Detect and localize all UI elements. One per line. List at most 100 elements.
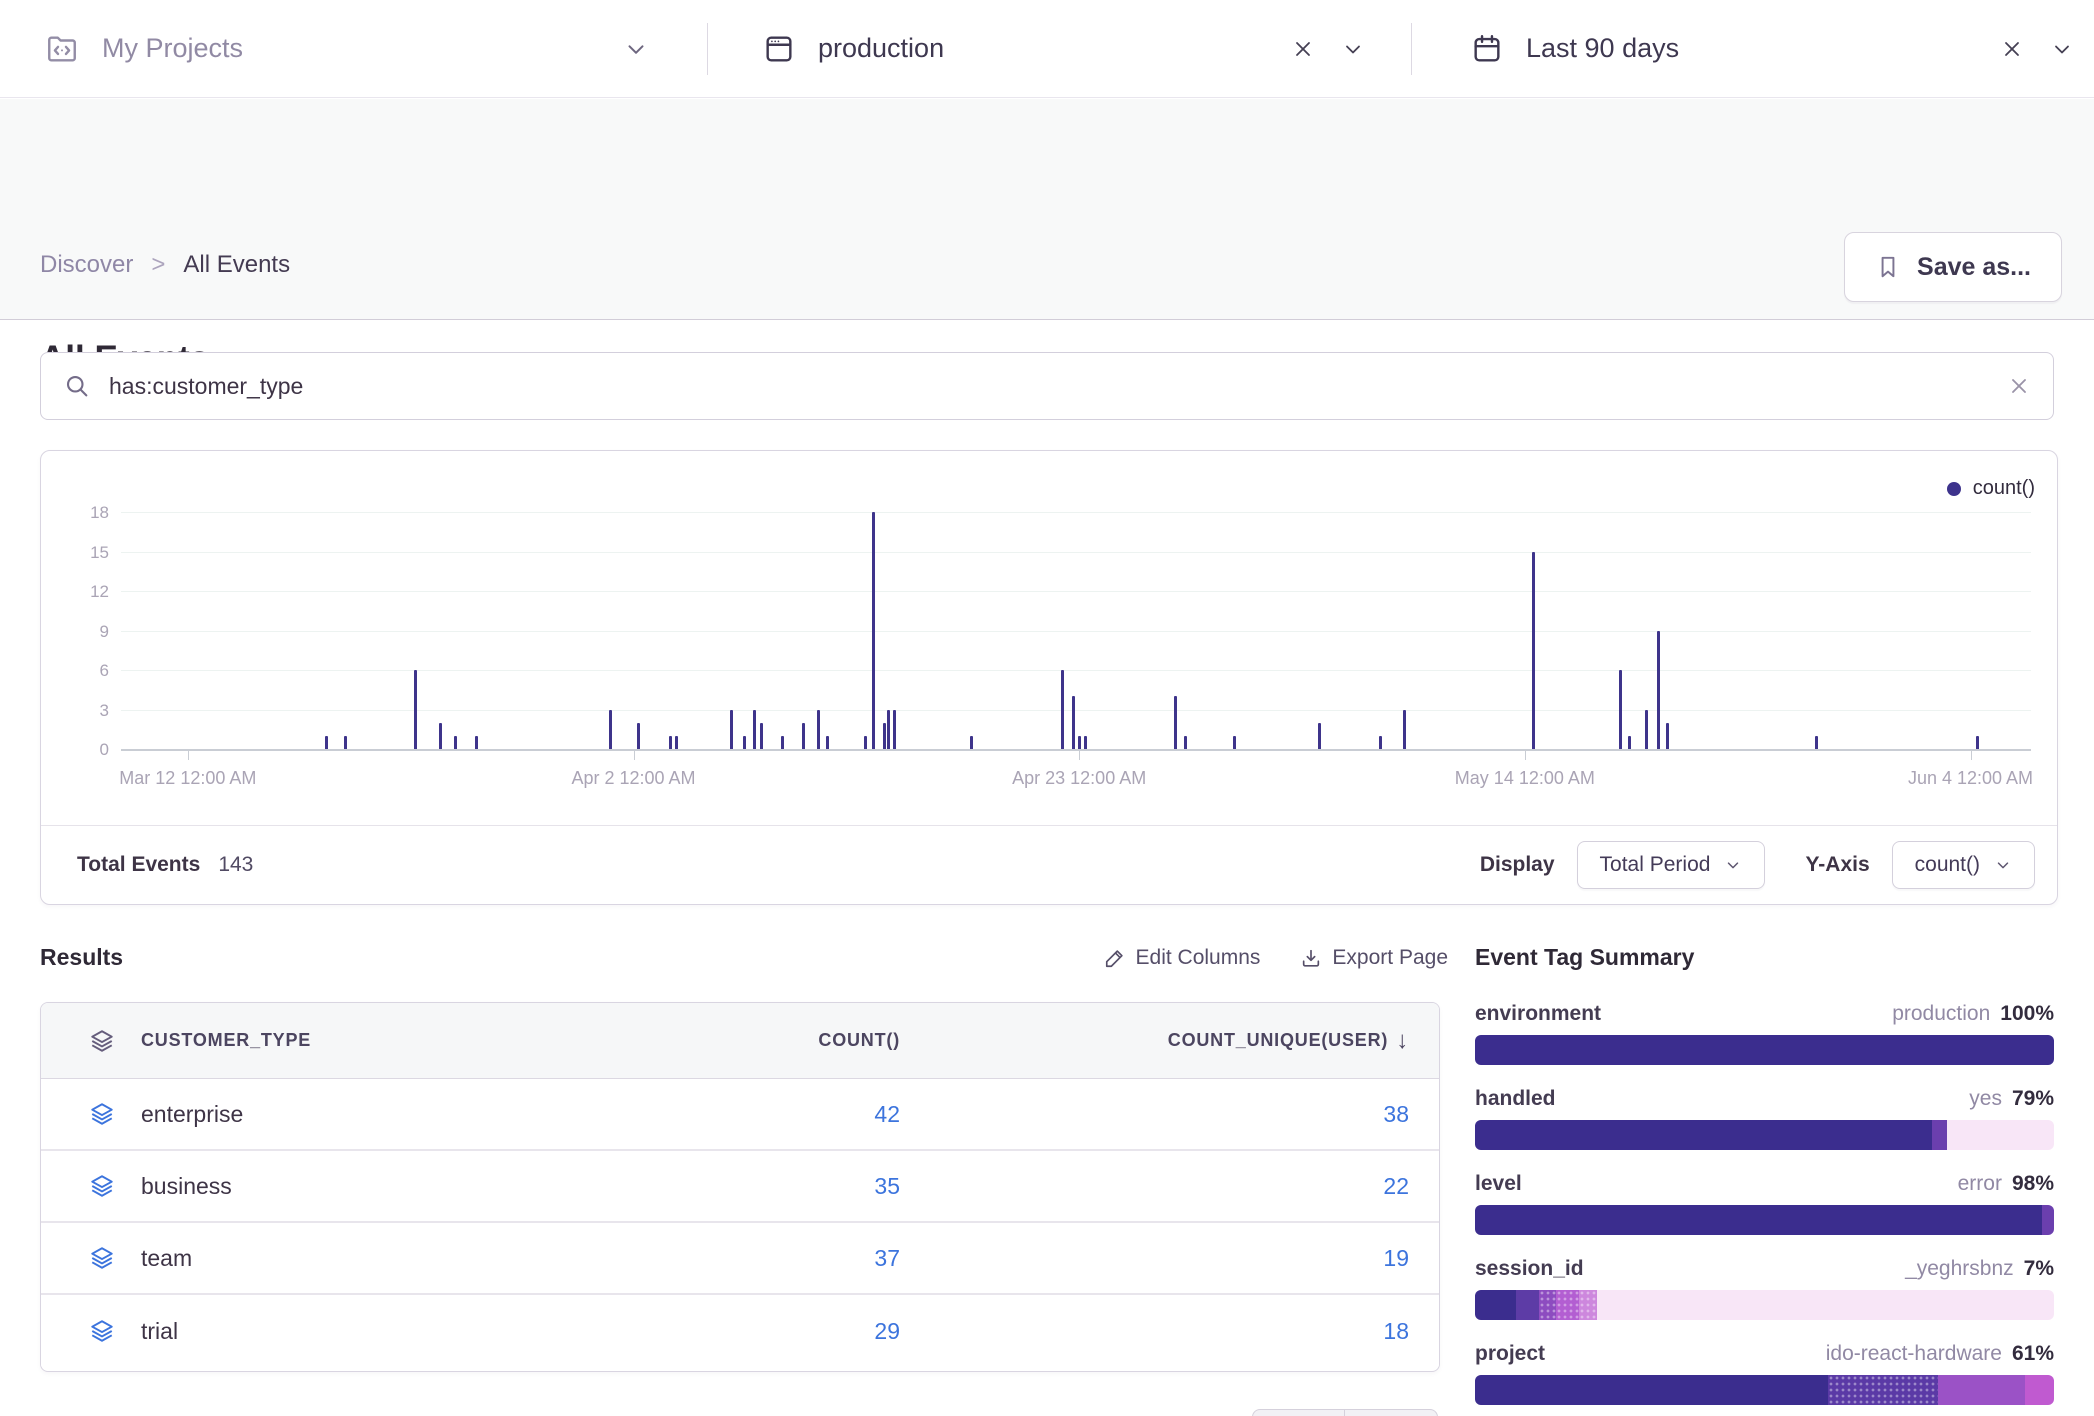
top-filter-bar: My Projects production [0, 0, 2094, 98]
tag-bar-segment[interactable] [1539, 1290, 1556, 1320]
chart-data-spike [1233, 736, 1236, 749]
table-header-row: CUSTOMER_TYPE COUNT() COUNT_UNIQUE(USER)… [41, 1003, 1439, 1079]
search-icon [63, 372, 91, 400]
x-axis-tick-label: May 14 12:00 AM [1395, 768, 1655, 789]
x-axis-tick-label: Apr 23 12:00 AM [949, 768, 1209, 789]
tag-bar-segment[interactable] [1932, 1120, 1946, 1150]
customer-type-cell: team [141, 1245, 192, 1272]
customer-type-cell: trial [141, 1318, 178, 1345]
legend-series-label: count() [1973, 477, 2035, 500]
display-select-value: Total Period [1600, 853, 1711, 877]
display-select[interactable]: Total Period [1577, 841, 1766, 889]
tag-bar-segment[interactable] [1556, 1290, 1579, 1320]
tag-bar-segment[interactable] [1475, 1205, 2042, 1235]
tag-bar-segment[interactable] [1938, 1375, 2025, 1405]
projects-folder-icon [44, 32, 80, 66]
tag-distribution-bar [1475, 1290, 2054, 1320]
table-row: enterprise 42 38 [41, 1079, 1439, 1151]
tag-distribution-bar [1475, 1035, 2054, 1065]
tag-top-percent: 100% [2000, 1002, 2054, 1026]
chart-data-spike [743, 736, 746, 749]
tag-bar-segment[interactable] [1579, 1290, 1596, 1320]
chart-data-spike [1184, 736, 1187, 749]
edit-columns-label: Edit Columns [1136, 946, 1261, 970]
tag-distribution-bar [1475, 1120, 2054, 1150]
column-header-count-unique-user[interactable]: COUNT_UNIQUE(USER) ↓ [1168, 1027, 1409, 1055]
environment-filter-chevron-down-icon[interactable] [1341, 37, 1365, 61]
count-unique-user-cell-link[interactable]: 22 [1383, 1173, 1409, 1200]
count-cell-link[interactable]: 35 [874, 1173, 900, 1200]
search-bar[interactable] [40, 352, 2054, 420]
tag-bar-segment[interactable] [2025, 1375, 2054, 1405]
search-clear-icon[interactable] [2007, 374, 2031, 398]
environment-filter-label: production [818, 33, 944, 64]
chart-gridline [121, 552, 2031, 553]
window-icon [762, 32, 796, 66]
chart-data-spike [1532, 552, 1535, 750]
count-unique-user-cell-link[interactable]: 18 [1383, 1318, 1409, 1345]
x-axis-tick-label: Apr 2 12:00 AM [504, 768, 764, 789]
y-axis-tick-label: 3 [49, 701, 109, 721]
chart-data-spike [637, 723, 640, 749]
tag-bar-segment[interactable] [1475, 1375, 1828, 1405]
column-header-count[interactable]: COUNT() [818, 1030, 900, 1051]
tag-bar-segment[interactable] [1475, 1290, 1516, 1320]
yaxis-select[interactable]: count() [1892, 841, 2035, 889]
y-axis-tick-label: 9 [49, 622, 109, 642]
date-range-chevron-down-icon[interactable] [2050, 37, 2074, 61]
count-cell-link[interactable]: 42 [874, 1101, 900, 1128]
tag-bar-segment[interactable] [1475, 1035, 2054, 1065]
chevron-down-icon [1994, 856, 2012, 874]
tag-summary-row: handledyes79% [1475, 1087, 2054, 1150]
breadcrumb-separator: > [151, 251, 165, 279]
total-events-label: Total Events [77, 853, 200, 877]
next-page-button[interactable] [1345, 1409, 1438, 1416]
edit-columns-button[interactable]: Edit Columns [1104, 946, 1261, 970]
calendar-icon [1470, 32, 1504, 66]
chart-data-spike [781, 736, 784, 749]
chart-data-spike [675, 736, 678, 749]
event-tag-summary-title: Event Tag Summary [1475, 944, 2054, 971]
tag-bar-segment[interactable] [2042, 1205, 2054, 1235]
tag-bar-segment[interactable] [1516, 1290, 1539, 1320]
tag-bar-segment[interactable] [1828, 1375, 1938, 1405]
chart-data-spike [1174, 696, 1177, 749]
count-unique-user-cell-link[interactable]: 19 [1383, 1245, 1409, 1272]
count-cell-link[interactable]: 37 [874, 1245, 900, 1272]
chart-data-spike [864, 736, 867, 749]
count-cell-link[interactable]: 29 [874, 1318, 900, 1345]
column-header-customer-type[interactable]: CUSTOMER_TYPE [141, 1030, 311, 1051]
customer-type-cell: enterprise [141, 1101, 243, 1128]
chart-data-spike [730, 710, 733, 750]
tag-top-percent: 98% [2012, 1172, 2054, 1196]
x-axis-tick-label: Mar 12 12:00 AM [58, 768, 318, 789]
chart-gridline [121, 631, 2031, 632]
chart-data-spike [883, 723, 886, 749]
chart-legend[interactable]: count() [1947, 477, 2035, 500]
chart-data-spike [802, 723, 805, 749]
total-events-value: 143 [218, 853, 253, 877]
pencil-icon [1104, 947, 1126, 969]
chart-data-spike [1318, 723, 1321, 749]
tag-name: level [1475, 1172, 1522, 1196]
environment-filter-clear-icon[interactable] [1291, 37, 1315, 61]
chart-data-spike [454, 736, 457, 749]
tag-summary-row: session_id_yeghrsbnz7% [1475, 1257, 2054, 1320]
breadcrumb-discover-link[interactable]: Discover [40, 251, 133, 279]
project-filter[interactable]: My Projects [0, 0, 707, 97]
date-range-clear-icon[interactable] [2000, 37, 2024, 61]
previous-page-button[interactable] [1252, 1409, 1345, 1416]
export-page-button[interactable]: Export Page [1300, 946, 1448, 970]
date-range-filter[interactable]: Last 90 days [1412, 0, 2094, 97]
y-axis-tick-label: 12 [49, 582, 109, 602]
tag-bar-segment[interactable] [1475, 1120, 1932, 1150]
events-time-chart[interactable]: 0369121518Mar 12 12:00 AMApr 2 12:00 AMA… [121, 506, 2031, 750]
count-unique-user-cell-link[interactable]: 38 [1383, 1101, 1409, 1128]
project-filter-chevron-down-icon[interactable] [623, 36, 649, 62]
stack-icon [89, 1028, 115, 1054]
save-as-button[interactable]: Save as... [1844, 232, 2062, 302]
search-input[interactable] [109, 373, 2007, 400]
environment-filter[interactable]: production [708, 0, 1411, 97]
tag-top-value: production [1892, 1002, 1990, 1026]
chart-data-spike [1379, 736, 1382, 749]
